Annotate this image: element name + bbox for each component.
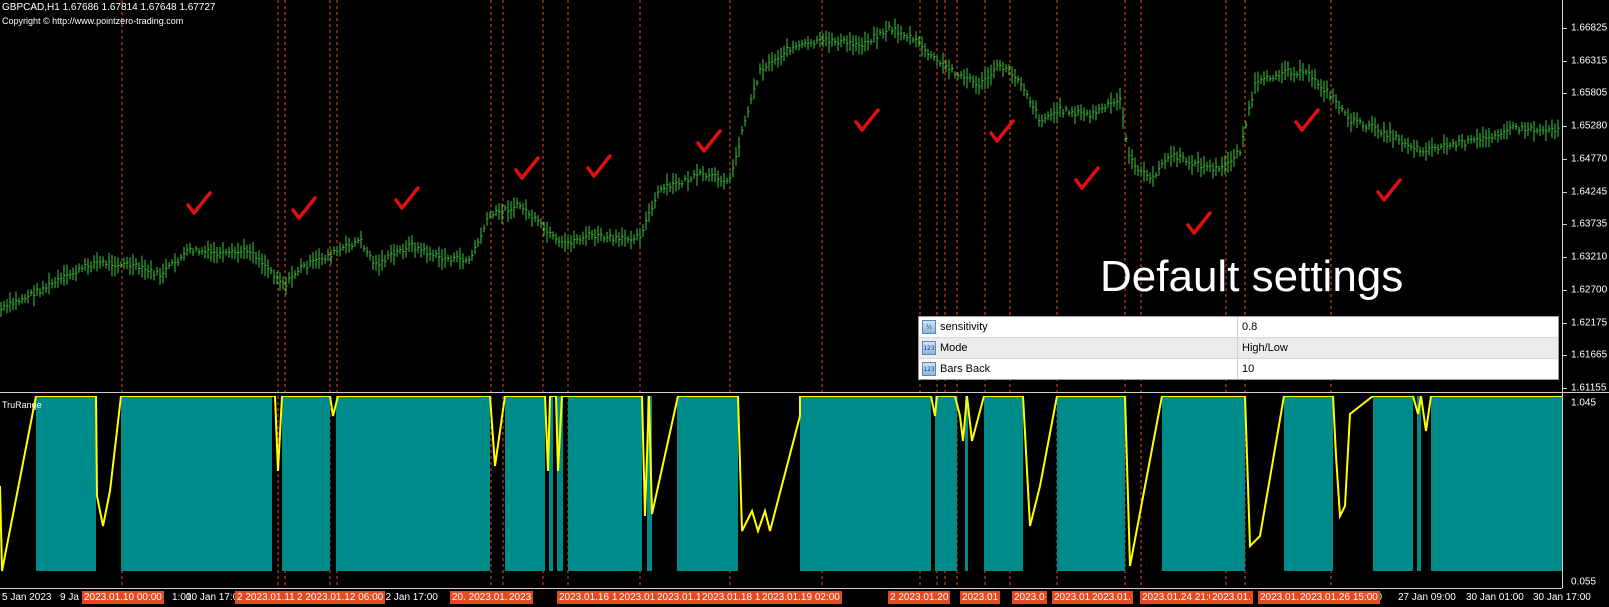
check-mark-icon	[1186, 211, 1212, 235]
time-axis-label: 30 Jan 17:00	[1533, 592, 1591, 603]
price-axis-label: 1.63210	[1571, 251, 1608, 263]
time-axis-label: 30 Jan 01:00	[1466, 592, 1524, 603]
indicator-name: TruRange	[2, 400, 42, 410]
price-axis-tick	[1563, 257, 1567, 259]
check-mark-icon	[1294, 108, 1320, 132]
inputs-table: ½ sensitivity 0.8 123 Mode High/Low 123 …	[918, 316, 1559, 380]
check-mark-icon	[186, 191, 212, 215]
price-axis-label: 1.65280	[1571, 120, 1608, 132]
check-mark-icon	[586, 154, 612, 178]
trurange-block	[1373, 396, 1413, 571]
time-axis[interactable]: 5 Jan 2023 9 Ja 1:00 10 Jan 17:00 12 Jan 17:…	[0, 588, 1591, 607]
price-axis-label: 1.62700	[1571, 284, 1608, 296]
trurange-block	[505, 396, 545, 571]
time-axis-label: 12 Jan 17:00	[380, 592, 438, 603]
price-axis-tick	[1563, 388, 1567, 389]
event-time-highlight: 2 2023.01.20	[888, 591, 951, 604]
price-axis-label: 1.66825	[1571, 22, 1608, 34]
event-time-highlight: 2023.0	[1012, 591, 1047, 604]
price-axis-tick	[1563, 355, 1567, 357]
price-axis-tick	[1563, 60, 1567, 62]
event-time-highlight: 2023.01.	[1210, 591, 1253, 604]
trurange-block	[935, 396, 957, 571]
indicator-panel[interactable]	[0, 396, 1562, 588]
integer-icon: 123	[922, 341, 936, 355]
input-row-mode[interactable]: 123 Mode High/Low	[919, 338, 1558, 359]
copyright-text: Copyright © http://www.pointzero-trading…	[2, 16, 184, 26]
symbol-title: GBPCAD,H1 1.67686 1.67814 1.67648 1.6772…	[2, 2, 216, 13]
indicator-canvas[interactable]	[0, 396, 1562, 588]
integer-icon: 123	[922, 362, 936, 376]
fraction-icon: ½	[922, 320, 936, 334]
price-axis-label: 1.65805	[1571, 87, 1608, 99]
price-axis-tick	[1563, 191, 1567, 193]
trurange-block	[568, 396, 642, 571]
check-mark-icon	[394, 186, 420, 210]
event-time-highlight: 2023.01.10 00:00	[82, 591, 164, 604]
time-axis-label: 9 Ja	[60, 592, 79, 603]
check-mark-icon	[1376, 178, 1402, 202]
event-time-highlight: 2023.01.18 10	[700, 591, 768, 604]
event-time-highlight: 2023.01	[617, 591, 658, 604]
event-time-highlight: 2023.01.26 15:00	[1298, 591, 1380, 604]
trurange-block	[1057, 396, 1125, 571]
event-time-highlight: 2023.01.	[1090, 591, 1133, 604]
trurange-block	[677, 396, 738, 571]
trurange-block	[1284, 396, 1333, 571]
event-time-highlight: 2 2023.01.11	[235, 591, 297, 604]
price-axis-tick	[1563, 322, 1567, 324]
input-value[interactable]: 0.8	[1238, 317, 1257, 337]
input-name: Mode	[940, 342, 968, 354]
input-name: sensitivity	[940, 321, 988, 333]
event-time-highlight: 2 2023.01.12 06:00	[295, 591, 386, 604]
price-axis-tick	[1563, 93, 1567, 95]
trurange-block	[1162, 396, 1245, 571]
price-axis-label: 1.63735	[1571, 218, 1608, 230]
input-row-sensitivity[interactable]: ½ sensitivity 0.8	[919, 317, 1558, 338]
chart-window[interactable]: GBPCAD,H1 1.67686 1.67814 1.67648 1.6772…	[0, 0, 1609, 607]
event-time-highlight: 2023.01.19 02:00	[760, 591, 842, 604]
trurange-block	[984, 396, 1023, 571]
trurange-block	[336, 396, 490, 571]
input-value[interactable]: 10	[1238, 359, 1254, 379]
price-axis-tick	[1563, 224, 1567, 226]
event-time-highlight: 2023	[507, 591, 534, 604]
time-axis-label: 27 Jan 09:00	[1398, 592, 1456, 603]
time-axis-label: 5 Jan 2023	[2, 592, 52, 603]
check-mark-icon	[291, 196, 317, 220]
price-axis-label: 1.64245	[1571, 186, 1608, 198]
trurange-block	[1417, 396, 1421, 571]
trurange-block	[36, 396, 96, 571]
check-mark-icon	[854, 108, 880, 132]
price-axis[interactable]: 1.66825 1.66315 1.65805 1.65280 1.64770 1.642…	[1562, 0, 1609, 588]
indicator-scale-max: 1.045	[1571, 397, 1597, 409]
check-mark-icon	[696, 129, 722, 153]
input-row-bars-back[interactable]: 123 Bars Back 10	[919, 359, 1558, 379]
check-mark-icon	[514, 156, 540, 180]
price-axis-label: 1.61665	[1571, 349, 1608, 361]
check-mark-icon	[1074, 166, 1100, 190]
input-name: Bars Back	[940, 363, 991, 375]
event-time-highlight: 20. 2023.01.	[450, 591, 510, 604]
price-axis-tick	[1563, 28, 1567, 29]
trurange-block	[800, 396, 931, 571]
indicator-scale-min: 0.055	[1571, 576, 1597, 588]
trurange-block	[121, 396, 272, 571]
price-axis-label: 1.64770	[1571, 153, 1608, 165]
price-axis-label: 1.66315	[1571, 55, 1608, 67]
default-settings-caption: Default settings	[1100, 252, 1404, 301]
price-axis-label: 1.61155	[1571, 382, 1607, 394]
price-axis-tick	[1563, 126, 1567, 128]
panel-separator[interactable]	[0, 392, 1609, 393]
price-axis-label: 1.62175	[1571, 317, 1608, 329]
trurange-block	[1431, 396, 1562, 571]
price-axis-tick	[1563, 158, 1567, 160]
input-value[interactable]: High/Low	[1238, 338, 1288, 358]
trurange-block	[282, 396, 330, 571]
event-time-highlight: 2023.01	[960, 591, 1001, 604]
price-axis-tick	[1563, 289, 1567, 291]
